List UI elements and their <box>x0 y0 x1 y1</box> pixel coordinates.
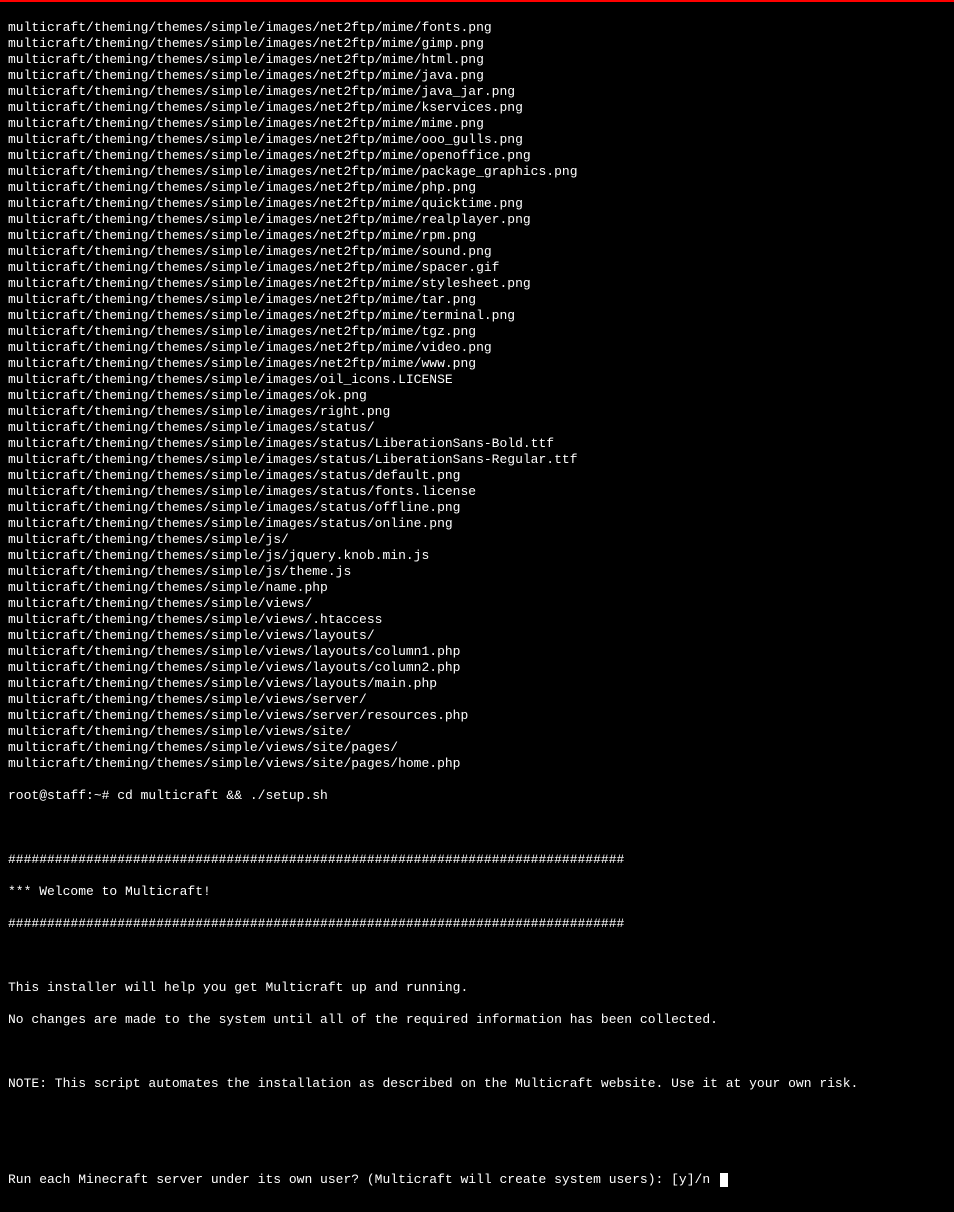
file-listing-line: multicraft/theming/themes/simple/views/l… <box>8 644 946 660</box>
command-prompt-line: root@staff:~# cd multicraft && ./setup.s… <box>8 788 946 804</box>
file-listing-line: multicraft/theming/themes/simple/views/s… <box>8 692 946 708</box>
file-listing-line: multicraft/theming/themes/simple/images/… <box>8 452 946 468</box>
blank-line <box>8 820 946 836</box>
file-listing-block: multicraft/theming/themes/simple/images/… <box>8 20 946 772</box>
file-listing-line: multicraft/theming/themes/simple/images/… <box>8 484 946 500</box>
shell-command: cd multicraft && ./setup.sh <box>117 788 328 803</box>
blank-line <box>8 948 946 964</box>
file-listing-line: multicraft/theming/themes/simple/images/… <box>8 436 946 452</box>
question-text: Run each Minecraft server under its own … <box>8 1172 718 1187</box>
file-listing-line: multicraft/theming/themes/simple/images/… <box>8 132 946 148</box>
file-listing-line: multicraft/theming/themes/simple/images/… <box>8 116 946 132</box>
file-listing-line: multicraft/theming/themes/simple/images/… <box>8 196 946 212</box>
file-listing-line: multicraft/theming/themes/simple/views/.… <box>8 612 946 628</box>
file-listing-line: multicraft/theming/themes/simple/views/s… <box>8 724 946 740</box>
file-listing-line: multicraft/theming/themes/simple/images/… <box>8 324 946 340</box>
file-listing-line: multicraft/theming/themes/simple/images/… <box>8 404 946 420</box>
blank-line <box>8 1044 946 1060</box>
terminal-output[interactable]: multicraft/theming/themes/simple/images/… <box>0 2 954 1212</box>
blank-line <box>8 1140 946 1156</box>
file-listing-line: multicraft/theming/themes/simple/js/ <box>8 532 946 548</box>
installer-info-line: This installer will help you get Multicr… <box>8 980 946 996</box>
installer-question-line[interactable]: Run each Minecraft server under its own … <box>8 1172 946 1188</box>
file-listing-line: multicraft/theming/themes/simple/views/ <box>8 596 946 612</box>
file-listing-line: multicraft/theming/themes/simple/views/s… <box>8 756 946 772</box>
file-listing-line: multicraft/theming/themes/simple/name.ph… <box>8 580 946 596</box>
file-listing-line: multicraft/theming/themes/simple/js/jque… <box>8 548 946 564</box>
welcome-line: *** Welcome to Multicraft! <box>8 884 946 900</box>
file-listing-line: multicraft/theming/themes/simple/views/s… <box>8 708 946 724</box>
file-listing-line: multicraft/theming/themes/simple/images/… <box>8 356 946 372</box>
blank-line <box>8 1108 946 1124</box>
file-listing-line: multicraft/theming/themes/simple/images/… <box>8 100 946 116</box>
file-listing-line: multicraft/theming/themes/simple/images/… <box>8 372 946 388</box>
file-listing-line: multicraft/theming/themes/simple/images/… <box>8 212 946 228</box>
installer-note-line: NOTE: This script automates the installa… <box>8 1076 946 1092</box>
file-listing-line: multicraft/theming/themes/simple/images/… <box>8 20 946 36</box>
file-listing-line: multicraft/theming/themes/simple/views/l… <box>8 660 946 676</box>
file-listing-line: multicraft/theming/themes/simple/images/… <box>8 292 946 308</box>
shell-prompt: root@staff:~# <box>8 788 117 803</box>
file-listing-line: multicraft/theming/themes/simple/images/… <box>8 148 946 164</box>
file-listing-line: multicraft/theming/themes/simple/images/… <box>8 420 946 436</box>
file-listing-line: multicraft/theming/themes/simple/images/… <box>8 84 946 100</box>
file-listing-line: multicraft/theming/themes/simple/images/… <box>8 244 946 260</box>
separator-line: ########################################… <box>8 916 946 932</box>
file-listing-line: multicraft/theming/themes/simple/images/… <box>8 340 946 356</box>
file-listing-line: multicraft/theming/themes/simple/js/them… <box>8 564 946 580</box>
file-listing-line: multicraft/theming/themes/simple/images/… <box>8 180 946 196</box>
file-listing-line: multicraft/theming/themes/simple/images/… <box>8 36 946 52</box>
file-listing-line: multicraft/theming/themes/simple/views/l… <box>8 676 946 692</box>
file-listing-line: multicraft/theming/themes/simple/images/… <box>8 468 946 484</box>
file-listing-line: multicraft/theming/themes/simple/images/… <box>8 52 946 68</box>
separator-line: ########################################… <box>8 852 946 868</box>
file-listing-line: multicraft/theming/themes/simple/images/… <box>8 164 946 180</box>
file-listing-line: multicraft/theming/themes/simple/images/… <box>8 228 946 244</box>
file-listing-line: multicraft/theming/themes/simple/images/… <box>8 276 946 292</box>
terminal-cursor <box>720 1173 728 1187</box>
file-listing-line: multicraft/theming/themes/simple/images/… <box>8 260 946 276</box>
file-listing-line: multicraft/theming/themes/simple/images/… <box>8 68 946 84</box>
installer-info-line: No changes are made to the system until … <box>8 1012 946 1028</box>
file-listing-line: multicraft/theming/themes/simple/images/… <box>8 500 946 516</box>
file-listing-line: multicraft/theming/themes/simple/images/… <box>8 308 946 324</box>
file-listing-line: multicraft/theming/themes/simple/views/l… <box>8 628 946 644</box>
file-listing-line: multicraft/theming/themes/simple/images/… <box>8 388 946 404</box>
file-listing-line: multicraft/theming/themes/simple/views/s… <box>8 740 946 756</box>
file-listing-line: multicraft/theming/themes/simple/images/… <box>8 516 946 532</box>
